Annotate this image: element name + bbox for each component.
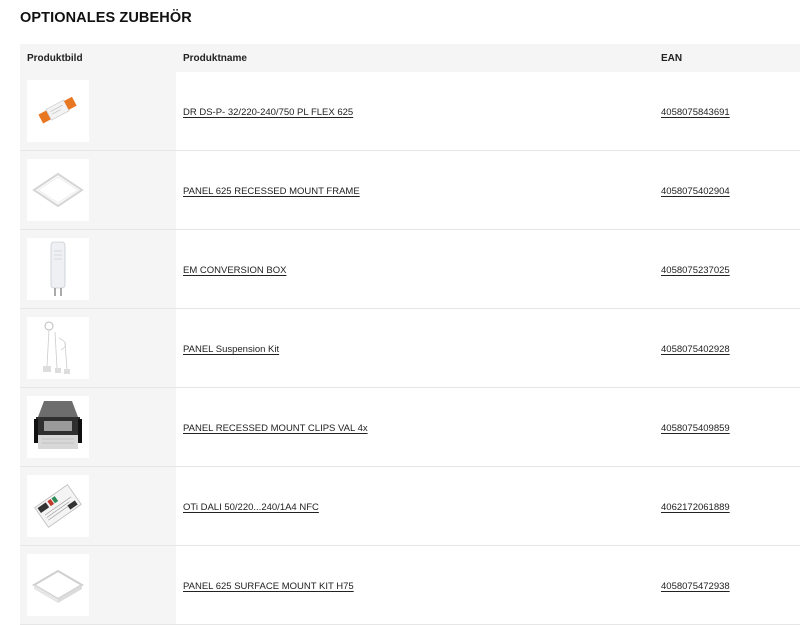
ean-cell: 4058075402904 <box>654 181 800 199</box>
product-name-cell: PANEL 625 SURFACE MOUNT KIT H75 <box>176 576 654 594</box>
product-link[interactable]: PANEL RECESSED MOUNT CLIPS VAL 4x <box>183 423 368 434</box>
table-row: PANEL RECESSED MOUNT CLIPS VAL 4x 405807… <box>20 388 800 467</box>
ean-link[interactable]: 4058075402904 <box>661 186 730 197</box>
table-row: PANEL 625 SURFACE MOUNT KIT H75 40580754… <box>20 546 800 625</box>
ean-link[interactable]: 4062172061889 <box>661 502 730 513</box>
ean-cell: 4058075843691 <box>654 102 800 120</box>
product-name-cell: DR DS-P- 32/220-240/750 PL FLEX 625 <box>176 102 654 120</box>
product-link[interactable]: EM CONVERSION BOX <box>183 265 286 276</box>
table-header: Produktbild Produktname EAN <box>20 44 800 72</box>
product-image-cell <box>20 151 176 229</box>
led-driver-icon[interactable] <box>27 80 89 142</box>
recessed-frame-icon[interactable] <box>27 159 89 221</box>
product-name-cell: EM CONVERSION BOX <box>176 260 654 278</box>
ean-cell: 4058075237025 <box>654 260 800 278</box>
product-link[interactable]: OTi DALI 50/220...240/1A4 NFC <box>183 502 319 513</box>
ean-cell: 4058075409859 <box>654 418 800 436</box>
product-name-cell: OTi DALI 50/220...240/1A4 NFC <box>176 497 654 515</box>
ean-cell: 4058075402928 <box>654 339 800 357</box>
product-image-cell <box>20 388 176 466</box>
ean-link[interactable]: 4058075843691 <box>661 107 730 118</box>
suspension-kit-icon[interactable] <box>27 317 89 379</box>
conversion-box-icon[interactable] <box>27 238 89 300</box>
ean-link[interactable]: 4058075237025 <box>661 265 730 276</box>
section-title: OPTIONALES ZUBEHÖR <box>20 10 192 26</box>
accessories-table: Produktbild Produktname EAN DR DS-P- 32/… <box>20 44 800 625</box>
product-name-cell: PANEL RECESSED MOUNT CLIPS VAL 4x <box>176 418 654 436</box>
ean-link[interactable]: 4058075409859 <box>661 423 730 434</box>
product-image-cell <box>20 230 176 308</box>
product-name-cell: PANEL Suspension Kit <box>176 339 654 357</box>
accessories-page: OPTIONALES ZUBEHÖR Produktbild Produktna… <box>0 0 800 625</box>
table-row: PANEL Suspension Kit 4058075402928 <box>20 309 800 388</box>
header-product-image: Produktbild <box>27 52 83 64</box>
product-name-cell: PANEL 625 RECESSED MOUNT FRAME <box>176 181 654 199</box>
header-product-name: Produktname <box>183 52 247 64</box>
mount-clip-icon[interactable] <box>27 396 89 458</box>
header-ean: EAN <box>661 52 683 64</box>
product-image-cell <box>20 72 176 150</box>
product-link[interactable]: DR DS-P- 32/220-240/750 PL FLEX 625 <box>183 107 353 118</box>
dali-driver-icon[interactable] <box>27 475 89 537</box>
table-row: PANEL 625 RECESSED MOUNT FRAME 405807540… <box>20 151 800 230</box>
product-image-cell <box>20 309 176 387</box>
surface-mount-kit-icon[interactable] <box>27 554 89 616</box>
product-link[interactable]: PANEL Suspension Kit <box>183 344 279 355</box>
table-row: OTi DALI 50/220...240/1A4 NFC 4062172061… <box>20 467 800 546</box>
product-link[interactable]: PANEL 625 SURFACE MOUNT KIT H75 <box>183 581 354 592</box>
ean-link[interactable]: 4058075472938 <box>661 581 730 592</box>
ean-cell: 4062172061889 <box>654 497 800 515</box>
table-row: EM CONVERSION BOX 4058075237025 <box>20 230 800 309</box>
product-image-cell <box>20 546 176 624</box>
product-image-cell <box>20 467 176 545</box>
ean-cell: 4058075472938 <box>654 576 800 594</box>
ean-link[interactable]: 4058075402928 <box>661 344 730 355</box>
table-row: DR DS-P- 32/220-240/750 PL FLEX 625 4058… <box>20 72 800 151</box>
product-link[interactable]: PANEL 625 RECESSED MOUNT FRAME <box>183 186 360 197</box>
